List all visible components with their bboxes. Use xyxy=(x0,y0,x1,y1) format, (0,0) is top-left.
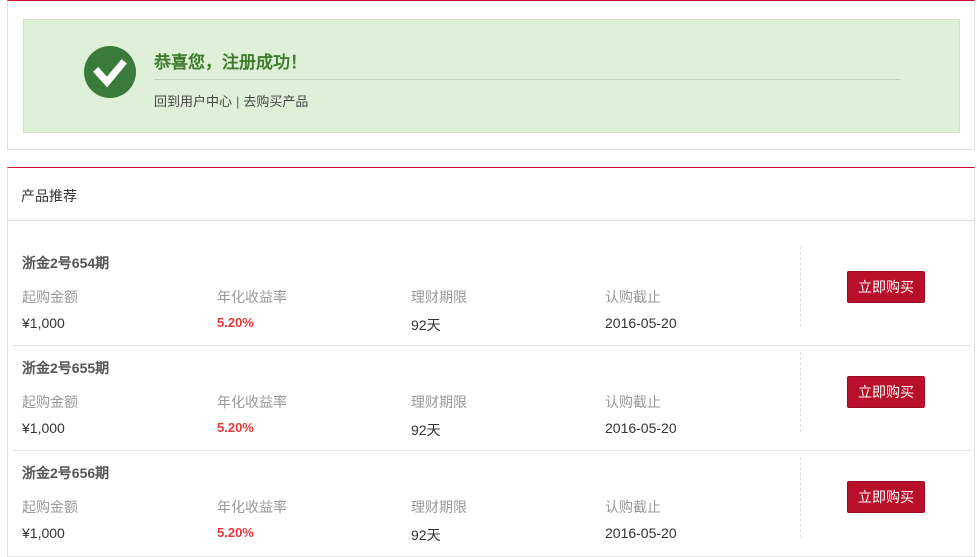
row-divider xyxy=(800,352,801,432)
deadline-value: 2016-05-20 xyxy=(605,420,677,436)
link-separator: | xyxy=(236,94,240,109)
buy-now-button[interactable]: 立即购买 xyxy=(847,376,925,408)
deadline-label: 认购截止 xyxy=(605,499,661,515)
product-row: 浙金2号654期 起购金额 年化收益率 理财期限 认购截止 ¥1,000 5.2… xyxy=(13,241,971,346)
deadline-value: 2016-05-20 xyxy=(605,315,677,331)
success-links: 回到用户中心 | 去购买产品 xyxy=(154,91,308,110)
annual-rate-value: 5.20% xyxy=(217,420,254,435)
min-amount-value: ¥1,000 xyxy=(22,420,65,436)
success-title: 恭喜您，注册成功！ xyxy=(154,53,307,72)
min-amount-label: 起购金额 xyxy=(22,394,78,410)
product-recommendation-panel: 产品推荐 浙金2号654期 起购金额 年化收益率 理财期限 认购截止 ¥1,00… xyxy=(7,167,975,557)
product-row: 浙金2号656期 起购金额 年化收益率 理财期限 认购截止 ¥1,000 5.2… xyxy=(13,451,971,556)
annual-rate-label: 年化收益率 xyxy=(217,394,287,410)
buy-products-link[interactable]: 去购买产品 xyxy=(243,94,308,109)
term-value: 92天 xyxy=(411,317,441,333)
term-label: 理财期限 xyxy=(411,289,467,305)
row-divider xyxy=(800,457,801,537)
product-name: 浙金2号654期 xyxy=(22,255,110,271)
min-amount-label: 起购金额 xyxy=(22,289,78,305)
buy-now-button[interactable]: 立即购买 xyxy=(847,481,925,513)
check-circle-icon xyxy=(84,46,136,98)
deadline-value: 2016-05-20 xyxy=(605,525,677,541)
recommendation-title: 产品推荐 xyxy=(21,188,77,204)
annual-rate-label: 年化收益率 xyxy=(217,499,287,515)
user-center-link[interactable]: 回到用户中心 xyxy=(154,94,232,109)
registration-success-panel: 恭喜您，注册成功！ 回到用户中心 | 去购买产品 xyxy=(7,0,975,150)
term-label: 理财期限 xyxy=(411,499,467,515)
min-amount-label: 起购金额 xyxy=(22,499,78,515)
product-name: 浙金2号656期 xyxy=(22,465,110,481)
row-divider xyxy=(800,247,801,327)
product-row: 浙金2号655期 起购金额 年化收益率 理财期限 认购截止 ¥1,000 5.2… xyxy=(13,346,971,451)
success-message-box: 恭喜您，注册成功！ 回到用户中心 | 去购买产品 xyxy=(23,19,960,133)
annual-rate-value: 5.20% xyxy=(217,315,254,330)
annual-rate-label: 年化收益率 xyxy=(217,289,287,305)
min-amount-value: ¥1,000 xyxy=(22,315,65,331)
deadline-label: 认购截止 xyxy=(605,394,661,410)
term-value: 92天 xyxy=(411,422,441,438)
success-divider xyxy=(154,79,900,80)
annual-rate-value: 5.20% xyxy=(217,525,254,540)
deadline-label: 认购截止 xyxy=(605,289,661,305)
buy-now-button[interactable]: 立即购买 xyxy=(847,271,925,303)
recommendation-header: 产品推荐 xyxy=(8,168,974,221)
min-amount-value: ¥1,000 xyxy=(22,525,65,541)
term-label: 理财期限 xyxy=(411,394,467,410)
product-name: 浙金2号655期 xyxy=(22,360,110,376)
term-value: 92天 xyxy=(411,527,441,543)
